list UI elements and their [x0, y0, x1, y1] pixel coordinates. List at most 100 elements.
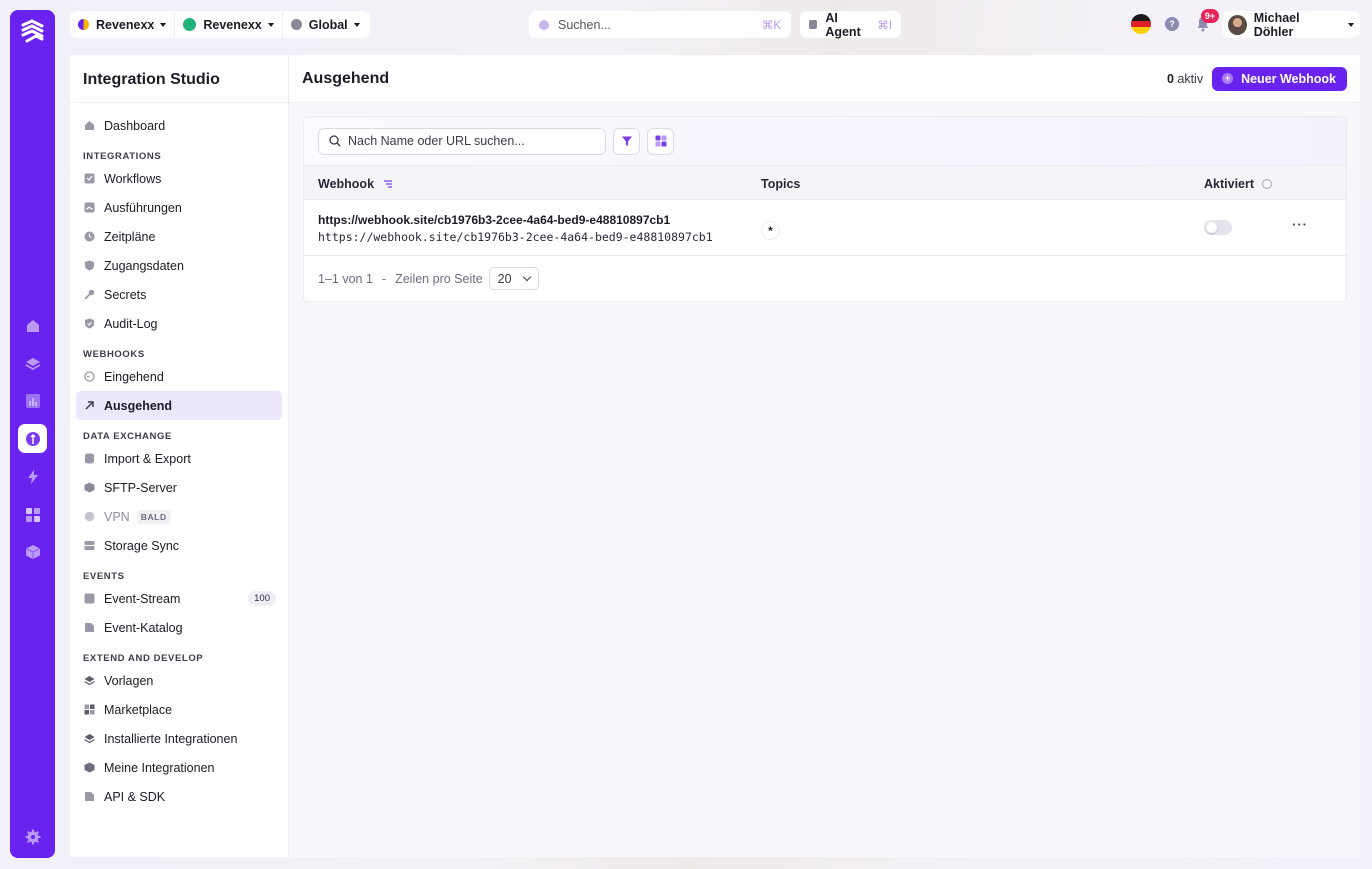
- workspace-selector[interactable]: Revenexx: [174, 11, 281, 38]
- sidebar-item-audit-log[interactable]: Audit-Log: [76, 309, 282, 338]
- package-icon: [84, 482, 95, 493]
- shield-icon: [84, 260, 95, 271]
- apps-icon[interactable]: [18, 500, 47, 529]
- webhook-url: https://webhook.site/cb1976b3-2cee-4a64-…: [318, 230, 713, 244]
- ai-agent-button[interactable]: AI Agent ⌘I: [800, 11, 901, 39]
- webhook-incoming-icon: [84, 371, 95, 382]
- workspace-status-icon: [183, 18, 197, 31]
- german-flag-icon[interactable]: [1131, 14, 1151, 34]
- info-icon[interactable]: [1261, 179, 1272, 189]
- sidebar-item-event-catalog[interactable]: Event-Katalog: [76, 613, 282, 642]
- sidebar-item-label: Eingehend: [104, 369, 164, 384]
- rows-per-page-label: Zeilen pro Seite: [395, 271, 483, 286]
- sidebar-item-label: Audit-Log: [104, 316, 158, 331]
- active-count-label: aktiv: [1177, 71, 1204, 86]
- sidebar-item-executions[interactable]: Ausführungen: [76, 193, 282, 222]
- webhooks-table-card: Nach Name oder URL suchen... Webhook Top…: [303, 116, 1347, 302]
- globe-icon: [290, 19, 302, 30]
- settings-gear-icon[interactable]: [18, 822, 47, 851]
- sidebar-item-incoming[interactable]: Eingehend: [76, 362, 282, 391]
- chevron-down-icon: [522, 272, 531, 282]
- org-selector[interactable]: Revenexx: [70, 11, 174, 38]
- app-logo-icon[interactable]: [18, 18, 47, 47]
- sidebar-item-templates[interactable]: Vorlagen: [76, 666, 282, 695]
- sidebar: Integration Studio Dashboard INTEGRATION…: [70, 55, 289, 857]
- page-title: Ausgehend: [302, 69, 390, 87]
- server-icon: [84, 540, 95, 551]
- sidebar-item-secrets[interactable]: Secrets: [76, 280, 282, 309]
- layers-icon[interactable]: [18, 349, 47, 378]
- sidebar-item-my-integrations[interactable]: Meine Integrationen: [76, 753, 282, 782]
- sidebar-item-credentials[interactable]: Zugangsdaten: [76, 251, 282, 280]
- sidebar-item-marketplace[interactable]: Marketplace: [76, 695, 282, 724]
- sidebar-item-workflows[interactable]: Workflows: [76, 164, 282, 193]
- sidebar-item-label: Event-Stream: [104, 591, 181, 606]
- org-logo-icon: [78, 19, 89, 30]
- sidebar-item-label: VPN: [104, 509, 130, 524]
- webhook-search-input[interactable]: Nach Name oder URL suchen...: [318, 127, 606, 155]
- sidebar-item-dashboard[interactable]: Dashboard: [76, 111, 282, 140]
- rows-per-page-select[interactable]: 20: [488, 267, 539, 290]
- content-area: Ausgehend 0 aktiv + Neuer Webhook Nach N…: [289, 55, 1360, 857]
- table-row[interactable]: https://webhook.site/cb1976b3-2cee-4a64-…: [304, 200, 1346, 256]
- sidebar-item-schedules[interactable]: Zeitpläne: [76, 222, 282, 251]
- sidebar-item-installed[interactable]: Installierte Integrationen: [76, 724, 282, 753]
- section-extend: EXTEND AND DEVELOP: [83, 653, 204, 664]
- sidebar-item-storage-sync[interactable]: Storage Sync: [76, 531, 282, 560]
- search-icon: [539, 19, 549, 30]
- document-icon: [84, 791, 95, 802]
- event-stream-count: 100: [248, 591, 276, 606]
- notification-count-badge: 9+: [1201, 9, 1219, 23]
- view-toggle-button[interactable]: [647, 127, 674, 155]
- filter-button[interactable]: [613, 127, 640, 155]
- region-selector[interactable]: Global: [281, 11, 368, 38]
- home-icon: [84, 120, 95, 131]
- global-search[interactable]: Suchen... ⌘K: [529, 11, 791, 38]
- region-name: Global: [308, 17, 348, 32]
- home-icon[interactable]: [18, 311, 47, 340]
- sidebar-item-api-sdk[interactable]: API & SDK: [76, 782, 282, 811]
- active-count: 0 aktiv: [1167, 72, 1203, 86]
- sidebar-item-label: Zeitpläne: [104, 229, 156, 244]
- chart-icon[interactable]: [18, 386, 47, 415]
- column-label: Aktiviert: [1204, 177, 1255, 191]
- sidebar-nav: Dashboard INTEGRATIONS Workflows Ausführ…: [76, 111, 282, 811]
- key-icon: [84, 289, 95, 300]
- integrations-icon[interactable]: [18, 424, 47, 453]
- pagination-separator: -: [381, 271, 387, 286]
- workspace-name: Revenexx: [203, 17, 262, 32]
- row-actions-menu[interactable]: ···: [1292, 217, 1308, 232]
- column-header-enabled: Aktiviert: [1204, 177, 1272, 191]
- sidebar-item-label: API & SDK: [104, 789, 166, 804]
- vpn-icon: [84, 511, 95, 522]
- workspace-switcher: Revenexx Revenexx Global: [70, 11, 370, 38]
- cube-icon: [84, 762, 95, 773]
- active-count-number: 0: [1166, 71, 1174, 86]
- help-icon[interactable]: ?: [1165, 17, 1179, 31]
- sidebar-item-label: Meine Integrationen: [104, 760, 215, 775]
- stream-icon: [84, 593, 95, 604]
- new-webhook-label: Neuer Webhook: [1241, 71, 1336, 86]
- clock-icon: [84, 231, 95, 242]
- sidebar-item-outgoing[interactable]: Ausgehend: [76, 391, 282, 420]
- bolt-icon[interactable]: [18, 462, 47, 491]
- sidebar-item-sftp[interactable]: SFTP-Server: [76, 473, 282, 502]
- user-menu[interactable]: Michael Döhler: [1222, 11, 1360, 39]
- column-header-webhook[interactable]: Webhook: [318, 177, 393, 191]
- pagination: 1–1 von 1 - Zeilen pro Seite 20: [304, 256, 1346, 301]
- catalog-icon: [84, 622, 95, 633]
- section-events: EVENTS: [83, 571, 125, 582]
- cube-icon[interactable]: [18, 537, 47, 566]
- sidebar-item-label: Marketplace: [104, 702, 173, 717]
- new-webhook-button[interactable]: + Neuer Webhook: [1212, 66, 1347, 91]
- webhook-search-placeholder: Nach Name oder URL suchen...: [348, 134, 525, 148]
- sidebar-item-event-stream[interactable]: Event-Stream 100: [76, 584, 282, 613]
- section-integrations: INTEGRATIONS: [83, 151, 162, 162]
- agent-shortcut: ⌘I: [877, 19, 892, 32]
- enabled-toggle[interactable]: [1204, 220, 1232, 235]
- column-header-topics: Topics: [761, 177, 801, 191]
- grid-icon: [84, 704, 95, 715]
- sidebar-item-import-export[interactable]: Import & Export: [76, 444, 282, 473]
- arrow-up-right-icon: [84, 400, 95, 411]
- webhook-name[interactable]: https://webhook.site/cb1976b3-2cee-4a64-…: [318, 213, 670, 227]
